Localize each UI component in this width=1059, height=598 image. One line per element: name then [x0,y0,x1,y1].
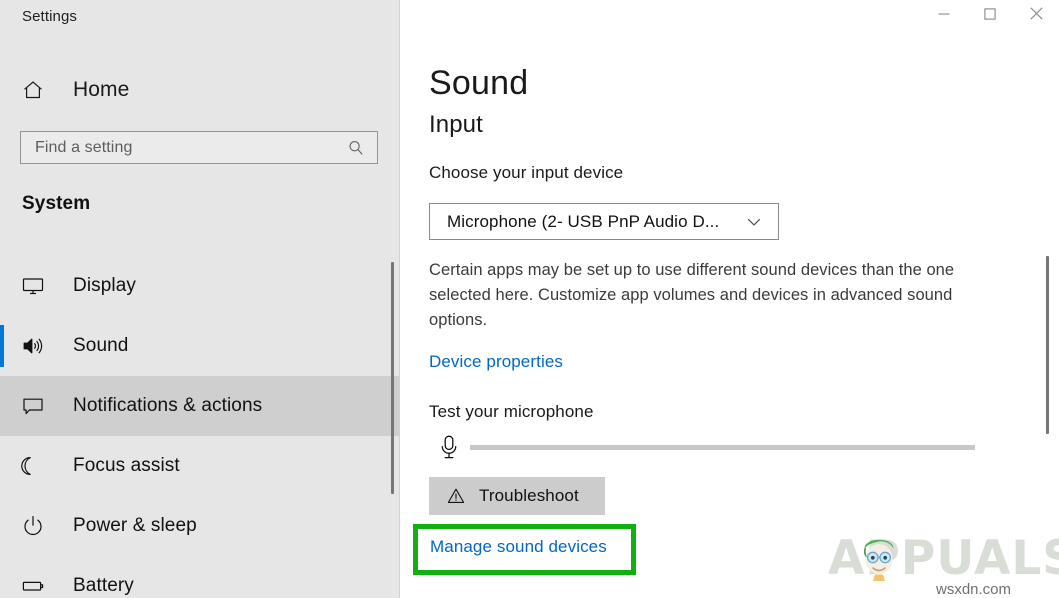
sidebar-section-title: System [22,193,90,215]
microphone-level-bar [470,445,975,450]
search-placeholder: Find a setting [35,139,347,157]
chevron-down-icon [746,214,762,230]
input-device-select[interactable]: Microphone (2- USB PnP Audio D... [429,203,779,240]
manage-sound-devices-link[interactable]: Manage sound devices [430,537,607,557]
sidebar-item-focus-assist[interactable]: Focus assist [0,436,399,496]
troubleshoot-button-label: Troubleshoot [479,486,579,506]
sidebar-item-sound[interactable]: Sound [0,316,399,376]
search-input[interactable]: Find a setting [20,131,378,164]
close-icon [1030,7,1043,25]
sidebar-item-power-sleep[interactable]: Power & sleep [0,496,399,556]
chat-bubble-icon [20,393,46,419]
sidebar-item-battery[interactable]: Battery [0,556,399,598]
settings-window: Settings Home Find a setting System [0,0,1059,598]
sidebar-scrollbar[interactable] [391,262,394,494]
microphone-level-row [429,432,1009,464]
maximize-button[interactable] [967,0,1013,32]
sidebar-item-label: Notifications & actions [73,395,262,417]
maximize-icon [984,7,996,25]
monitor-icon [20,273,46,299]
speaker-icon [20,333,46,359]
power-icon [20,513,46,539]
sidebar-item-notifications-actions[interactable]: Notifications & actions [0,376,399,436]
close-button[interactable] [1013,0,1059,32]
sidebar-item-home[interactable]: Home [0,70,392,110]
troubleshoot-button[interactable]: Troubleshoot [429,477,605,515]
app-title: Settings [22,8,77,25]
device-properties-link[interactable]: Device properties [429,352,563,372]
home-icon [20,77,46,103]
page-title: Sound [429,66,528,100]
window-controls [921,0,1059,32]
sidebar-home-label: Home [73,78,129,102]
microphone-icon [438,434,460,462]
sidebar-nav-list: Display Sound [0,256,399,598]
search-icon[interactable] [347,139,365,157]
moon-icon [20,453,46,479]
input-device-selected-value: Microphone (2- USB PnP Audio D... [447,212,746,232]
selected-indicator [0,325,4,367]
sidebar: Settings Home Find a setting System [0,0,400,598]
sidebar-item-label: Battery [73,575,134,597]
input-device-label: Choose your input device [429,163,623,183]
page-subtitle: Input [429,113,483,137]
minimize-icon [938,7,950,25]
warning-triangle-icon [447,487,465,505]
sidebar-item-label: Display [73,275,136,297]
sidebar-item-display[interactable]: Display [0,256,399,316]
test-microphone-label: Test your microphone [429,402,594,422]
sound-description: Certain apps may be set up to use differ… [429,258,999,333]
sidebar-item-label: Focus assist [73,455,180,477]
minimize-button[interactable] [921,0,967,32]
sidebar-item-label: Power & sleep [73,515,197,537]
main-content: Sound Input Choose your input device Mic… [400,0,1059,598]
sidebar-item-label: Sound [73,335,128,357]
content-scrollbar[interactable] [1046,256,1049,434]
battery-icon [20,573,46,598]
